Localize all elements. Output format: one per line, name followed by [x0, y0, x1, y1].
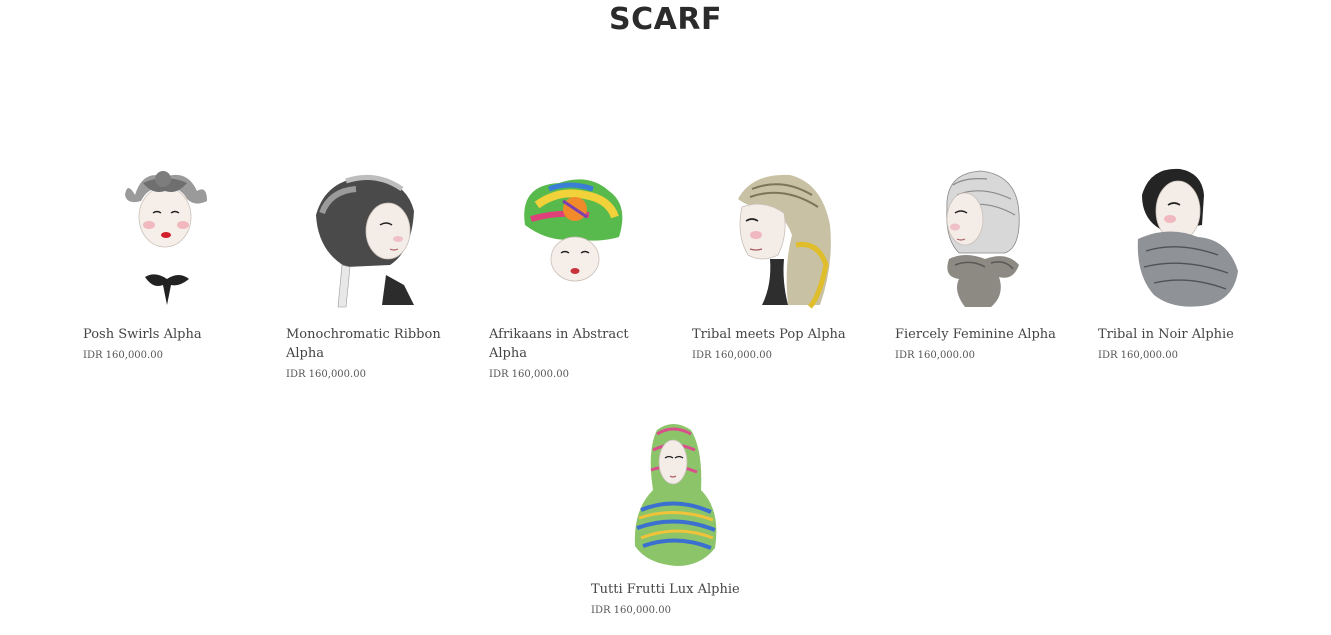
product-image-tribal-pop[interactable] [692, 155, 867, 315]
product-card: Afrikaans in Abstract Alpha IDR 160,000.… [489, 155, 664, 390]
product-name[interactable]: Afrikaans in Abstract Alpha [489, 325, 664, 363]
product-name[interactable]: Tribal meets Pop Alpha [692, 325, 867, 344]
scarf-illustration-icon [634, 424, 717, 566]
product-name[interactable]: Tribal in Noir Alphie [1098, 325, 1273, 344]
product-card: Monochromatic Ribbon Alpha IDR 160,000.0… [286, 155, 461, 390]
product-image-fiercely-feminine[interactable] [895, 155, 1070, 315]
product-name[interactable]: Tutti Frutti Lux Alphie [591, 580, 766, 599]
product-name[interactable]: Fiercely Feminine Alpha [895, 325, 1070, 344]
scarf-illustration-icon [524, 179, 623, 282]
page-title: SCARF [609, 2, 722, 37]
product-name[interactable]: Posh Swirls Alpha [83, 325, 258, 344]
scarf-illustration-icon [125, 171, 207, 305]
product-image-monochromatic-ribbon[interactable] [286, 155, 461, 315]
scarf-illustration-icon [316, 174, 414, 308]
product-price: IDR 160,000.00 [83, 350, 163, 361]
scarf-illustration-icon [946, 170, 1020, 307]
product-image-tribal-noir[interactable] [1098, 155, 1273, 315]
product-name[interactable]: Monochromatic Ribbon Alpha [286, 325, 461, 363]
product-card: Posh Swirls Alpha IDR 160,000.00 [83, 155, 258, 370]
product-card: Fiercely Feminine Alpha IDR 160,000.00 [895, 155, 1070, 370]
product-price: IDR 160,000.00 [591, 605, 671, 616]
scarf-illustration-icon [1137, 168, 1238, 307]
product-price: IDR 160,000.00 [286, 369, 366, 380]
product-price: IDR 160,000.00 [692, 350, 772, 361]
product-price: IDR 160,000.00 [489, 369, 569, 380]
product-image-afrikaans-abstract[interactable] [489, 155, 664, 315]
scarf-illustration-icon [738, 174, 831, 309]
product-card: Tutti Frutti Lux Alphie IDR 160,000.00 [591, 410, 766, 625]
product-image-tutti-frutti[interactable] [591, 410, 766, 570]
product-card: Tribal in Noir Alphie IDR 160,000.00 [1098, 155, 1273, 370]
product-price: IDR 160,000.00 [895, 350, 975, 361]
product-card: Tribal meets Pop Alpha IDR 160,000.00 [692, 155, 867, 370]
product-price: IDR 160,000.00 [1098, 350, 1178, 361]
product-image-posh-swirls[interactable] [83, 155, 258, 315]
